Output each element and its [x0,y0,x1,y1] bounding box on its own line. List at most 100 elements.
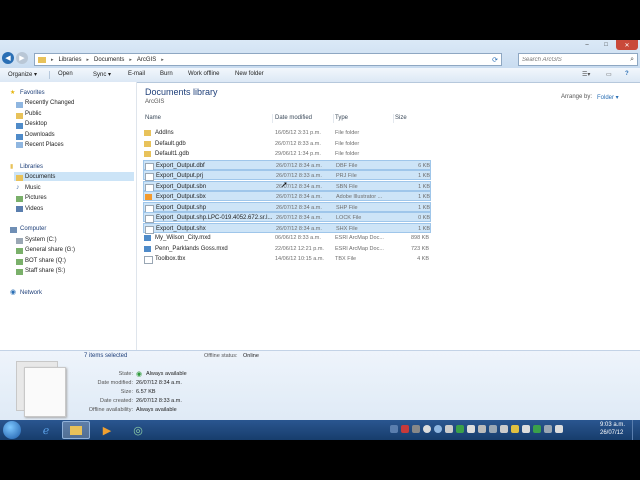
tray-icon[interactable] [434,425,442,433]
tray-icon[interactable] [456,425,464,433]
open-button[interactable]: Open [58,71,73,77]
file-size: 1 KB [418,173,430,179]
new-folder-button[interactable]: New folder [235,71,264,77]
file-row[interactable]: Export_Output.dbf 26/07/12 8:34 a.m. DBF F… [143,159,431,171]
folder-icon [144,151,151,157]
show-desktop-button[interactable] [632,420,640,440]
column-header-name[interactable]: Name [145,115,161,121]
nav-libraries[interactable]: Libraries [20,164,43,170]
file-row[interactable]: Export_Output.shp 26/07/12 8:34 a.m. SHP F… [143,201,431,213]
downloads-icon [16,134,23,140]
file-row[interactable]: Export_Output.sbx 26/07/12 8:34 a.m. Adobe… [143,191,431,201]
tray-icon[interactable] [533,425,541,433]
sync-menu[interactable]: Sync ▾ [93,71,111,78]
file-type: Adobe Illustrator ... [336,194,383,200]
tray-icon[interactable] [423,425,431,433]
media-player-icon[interactable]: ▶ [93,421,121,439]
network-drive-icon [16,269,23,275]
clock-time[interactable]: 9:03 a.m. [600,422,625,428]
chevron-right-icon: ▸ [161,56,164,63]
nav-public[interactable]: Public [25,111,41,117]
tray-icon[interactable] [401,425,409,433]
minimize-button[interactable]: – [578,40,596,50]
nav-recent-places[interactable]: Recent Places [25,142,64,148]
file-row[interactable]: AddIns 16/05/12 3:31 p.m. File folder [143,128,431,138]
windows-explorer-taskbar-button[interactable] [62,421,90,439]
search-box[interactable]: ⌕ [518,53,638,66]
tray-icon[interactable] [467,425,475,433]
close-button[interactable]: ✕ [616,40,638,50]
nav-bot-share[interactable]: BOT share (Q:) [25,258,66,264]
file-date-modified: 26/07/12 8:34 a.m. [276,162,322,169]
address-bar[interactable]: ▸ Libraries ▸ Documents ▸ ArcGIS ▸ ⟳ [34,53,502,66]
nav-favorites[interactable]: Favorites [20,90,45,96]
tray-icon[interactable] [489,425,497,433]
arrange-by-dropdown[interactable]: Folder ▾ [597,94,619,101]
file-date-modified: 26/07/12 8:34 a.m. [276,204,322,211]
tray-icon[interactable] [478,425,486,433]
volume-icon[interactable] [555,425,563,433]
arcgis-icon[interactable]: ◎ [124,421,152,439]
tray-icon[interactable] [445,425,453,433]
clock-date[interactable]: 26/07/12 [600,430,623,436]
burn-button[interactable]: Burn [160,71,173,77]
nav-computer[interactable]: Computer [20,226,46,232]
column-header-date[interactable]: Date modified [275,115,312,121]
tray-icon[interactable] [522,425,530,433]
column-divider[interactable] [333,114,334,123]
file-row[interactable]: My_Wilson_City.mxd 06/06/12 8:33 a.m. ESRI… [143,233,431,243]
file-name: Export_Output.sbn [156,183,207,190]
column-divider[interactable] [272,114,273,123]
tray-icon[interactable] [511,425,519,433]
search-input[interactable] [522,56,622,63]
view-options-icon[interactable]: ☰▾ [582,71,590,78]
nav-downloads[interactable]: Downloads [25,132,55,138]
nav-documents[interactable]: Documents [25,174,55,180]
file-row[interactable]: Default.gdb 26/07/12 8:33 a.m. File folder [143,139,431,149]
work-offline-button[interactable]: Work offline [188,71,219,77]
nav-system-c[interactable]: System (C:) [25,237,57,243]
file-row[interactable]: Toolbox.tbx 14/06/12 10:15 a.m. TBX File 4 … [143,254,431,264]
file-name: Export_Output.sbx [156,194,206,200]
file-row[interactable]: Export_Output.prj 26/07/12 8:33 a.m. PRJ F… [143,170,431,181]
organize-menu[interactable]: Organize ▾ [8,71,37,78]
nav-staff-share[interactable]: Staff share (S:) [25,268,65,274]
start-button[interactable] [3,421,21,439]
file-name: AddIns [155,130,174,136]
forward-button[interactable]: ▶ [16,52,28,64]
file-type: DBF File [336,162,358,169]
maximize-button[interactable]: □ [597,40,615,50]
file-row[interactable]: Default1.gdb 29/06/12 1:34 p.m. File folde… [143,149,431,159]
nav-pictures[interactable]: Pictures [25,195,47,201]
back-button[interactable]: ◀ [2,52,14,64]
internet-explorer-icon[interactable]: ℯ [32,421,60,439]
nav-videos[interactable]: Videos [25,206,43,212]
nav-network[interactable]: Network [20,290,42,296]
breadcrumb-libraries[interactable]: Libraries [59,57,82,63]
state-value: Always available [146,371,187,377]
search-icon[interactable]: ⌕ [630,56,634,64]
column-header-size[interactable]: Size [395,115,407,121]
tray-icon[interactable] [500,425,508,433]
nav-music[interactable]: Music [25,185,41,191]
refresh-icon[interactable]: ⟳ [492,56,498,64]
network-tray-icon[interactable] [544,425,552,433]
column-header-type[interactable]: Type [335,115,348,121]
file-row[interactable]: Export_Output.shp.LPC-019.4052.672.sr.l.… [143,212,431,223]
file-size: 0 KB [418,215,430,221]
tray-icon[interactable] [412,425,420,433]
preview-pane-icon[interactable]: ▭ [606,71,612,78]
tray-icon[interactable] [390,425,398,433]
breadcrumb-documents[interactable]: Documents [94,57,124,63]
file-row[interactable]: Penn_Parklands Goss.mxd 22/06/12 12:21 p.… [143,244,431,254]
illustrator-file-icon [145,194,152,200]
help-icon[interactable]: ? [625,71,629,77]
column-divider[interactable] [393,114,394,123]
nav-recently-changed[interactable]: Recently Changed [25,100,74,106]
nav-desktop[interactable]: Desktop [25,121,47,127]
nav-general-share[interactable]: General share (G:) [25,247,75,253]
file-row[interactable]: Export_Output.shx 26/07/12 8:34 a.m. SHX F… [143,222,431,234]
offline-status-label: Offline status: [204,353,238,359]
breadcrumb-arcgis[interactable]: ArcGIS [137,57,156,63]
email-button[interactable]: E-mail [128,71,145,77]
